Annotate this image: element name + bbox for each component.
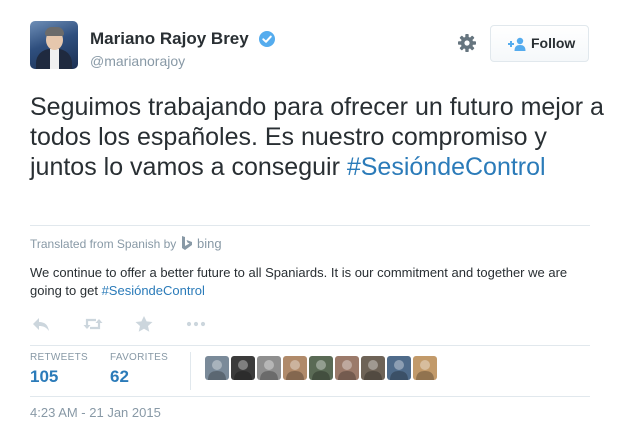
verified-badge-icon: [259, 31, 275, 47]
author-name[interactable]: Mariano Rajoy Brey: [90, 29, 249, 49]
retweets-count[interactable]: 105: [30, 367, 58, 387]
follow-user-icon: [507, 36, 527, 52]
author-handle[interactable]: @marianorajoy: [90, 53, 185, 69]
favoriter-avatar[interactable]: [257, 356, 281, 380]
stats-separator: [190, 352, 191, 390]
tweet-timestamp[interactable]: 4:23 AM - 21 Jan 2015: [30, 405, 161, 420]
translated-label: Translated from Spanish by: [30, 237, 177, 251]
follow-label: Follow: [531, 35, 576, 51]
favoriter-avatar[interactable]: [283, 356, 307, 380]
reply-icon[interactable]: [30, 314, 52, 334]
tweet-hashtag-link[interactable]: #SesióndeControl: [347, 153, 546, 181]
retweets-label: RETWEETS: [30, 352, 88, 363]
translation-hashtag-link[interactable]: #SesióndeControl: [102, 283, 205, 298]
favorites-label: FAVORITES: [110, 352, 169, 363]
favoriter-avatar[interactable]: [361, 356, 385, 380]
favoriter-avatar[interactable]: [309, 356, 333, 380]
favoriter-avatar[interactable]: [335, 356, 359, 380]
favoriter-avatar[interactable]: [231, 356, 255, 380]
divider: [30, 225, 590, 226]
favoriter-avatar[interactable]: [387, 356, 411, 380]
tweet: Mariano Rajoy Brey @marianorajoy Follow …: [0, 0, 621, 447]
tweet-text: Seguimos trabajando para ofrecer un futu…: [30, 92, 605, 182]
divider: [30, 396, 590, 397]
bing-logo-icon: [181, 235, 193, 251]
gear-icon[interactable]: [456, 32, 478, 54]
favoriter-avatar[interactable]: [413, 356, 437, 380]
divider: [30, 345, 590, 346]
bing-link[interactable]: bing: [197, 236, 222, 251]
avatar[interactable]: [30, 21, 78, 69]
favorites-count[interactable]: 62: [110, 367, 129, 387]
translation-text: We continue to offer a better future to …: [30, 264, 590, 300]
retweet-icon[interactable]: [82, 314, 104, 334]
favoriter-avatar[interactable]: [205, 356, 229, 380]
more-icon[interactable]: [185, 314, 207, 334]
follow-button[interactable]: Follow: [490, 25, 589, 62]
favorite-icon[interactable]: [133, 314, 155, 334]
